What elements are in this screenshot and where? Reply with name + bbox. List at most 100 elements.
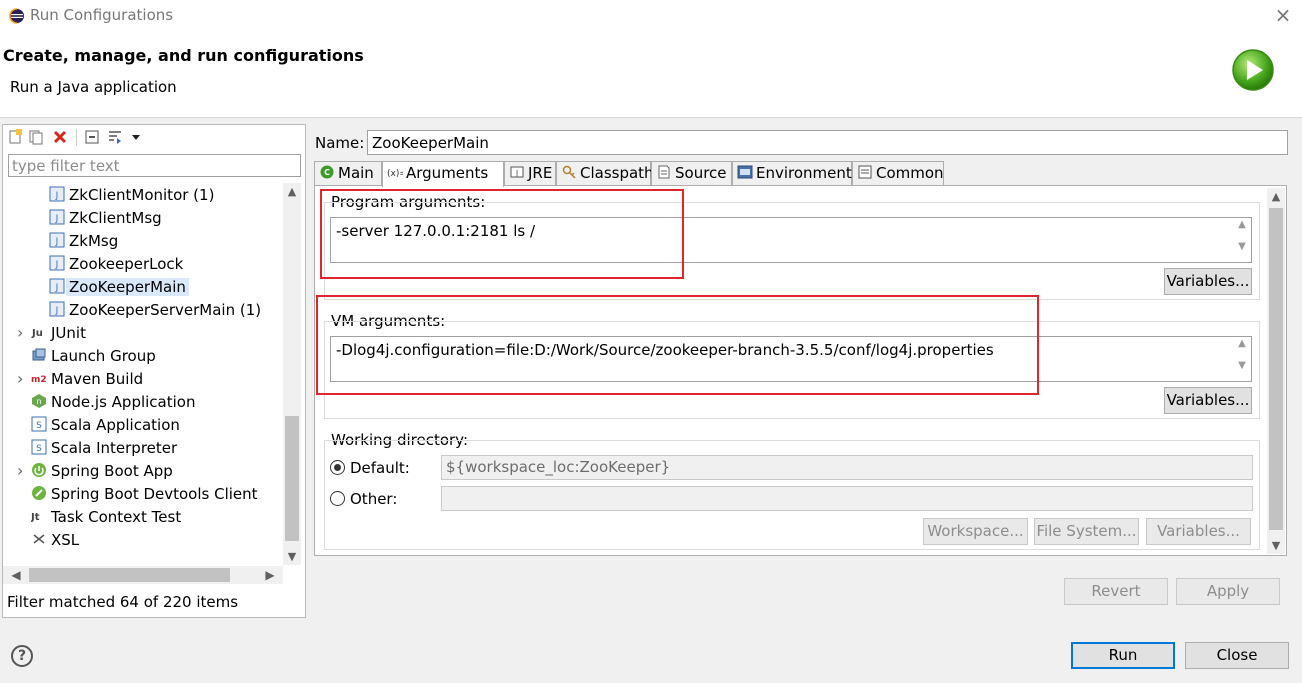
workspace-button[interactable]: Workspace... (923, 518, 1028, 545)
help-icon[interactable]: ? (11, 645, 33, 667)
tree-item-label: Task Context Test (51, 508, 182, 526)
collapse-all-icon[interactable] (84, 129, 100, 145)
tree-item-label: Spring Boot App (51, 462, 173, 480)
list-toolbar (3, 125, 305, 151)
tree-vertical-scrollbar[interactable]: ▲ ▼ (283, 183, 301, 565)
apply-button[interactable]: Apply (1176, 578, 1280, 605)
tab-classpath[interactable]: Classpath (556, 161, 654, 186)
junit-icon: Ju (31, 328, 43, 339)
configuration-tree: J ZkClientMonitor (1) J ZkClientMsg J ZkMsg J Z… (3, 183, 283, 565)
run-button[interactable]: Run (1071, 642, 1175, 669)
revert-button[interactable]: Revert (1064, 578, 1168, 605)
expand-chevron-icon[interactable]: › (17, 368, 29, 390)
default-radio[interactable] (330, 460, 345, 475)
tree-item[interactable]: J ZooKeeperServerMain (1) (49, 299, 261, 321)
svg-text:J: J (55, 260, 59, 270)
tab-label: Environment (756, 164, 852, 182)
tree-item[interactable]: Ju JUnit (31, 322, 86, 344)
view-menu-chevron-icon[interactable] (128, 129, 144, 145)
textarea-scroll-arrows-icon[interactable]: ▲ ▼ (1234, 338, 1250, 380)
java-class-icon: J (49, 278, 65, 294)
configuration-name-input[interactable] (367, 130, 1288, 155)
arguments-tab-icon: (x)= (387, 169, 403, 179)
program-variables-button[interactable]: Variables... (1164, 268, 1252, 295)
other-radio[interactable] (330, 491, 345, 506)
tree-item[interactable]: m2 Maven Build (31, 368, 143, 390)
maven-icon: m2 (31, 375, 47, 385)
vm-arguments-value: -Dlog4j.configuration=file:D:/Work/Sourc… (336, 341, 994, 359)
tree-item[interactable]: S Scala Application (31, 414, 180, 436)
scroll-up-chevron-icon[interactable]: ▲ (1267, 188, 1285, 205)
scroll-thumb[interactable] (1269, 208, 1283, 530)
new-configuration-icon[interactable] (7, 129, 23, 145)
scroll-down-chevron-icon[interactable]: ▼ (283, 548, 301, 565)
tree-item[interactable]: Spring Boot App (31, 460, 173, 482)
tree-item[interactable]: n Node.js Application (31, 391, 195, 413)
tree-item[interactable]: Jt Task Context Test (31, 506, 181, 528)
svg-text:J: J (55, 191, 59, 201)
tree-item[interactable]: J ZkMsg (49, 230, 118, 252)
content-vertical-scrollbar[interactable]: ▲ ▼ (1267, 188, 1285, 554)
common-tab-icon (858, 165, 872, 179)
close-window-icon[interactable]: × (1271, 3, 1295, 27)
svg-text:S: S (36, 444, 42, 454)
scroll-right-chevron-icon[interactable]: ▶ (261, 566, 279, 584)
tree-item-label: Scala Application (51, 416, 180, 434)
scroll-thumb[interactable] (29, 568, 230, 582)
tree-item[interactable]: J ZooKeeperMain (49, 276, 189, 298)
tab-jre[interactable]: J JRE (504, 161, 556, 186)
java-class-icon: J (49, 186, 65, 202)
tree-item[interactable]: J ZookeeperLock (49, 253, 183, 275)
expand-chevron-icon[interactable]: › (17, 460, 29, 482)
expand-chevron-icon[interactable]: › (17, 322, 29, 344)
tree-item[interactable]: Launch Group (31, 345, 156, 367)
vm-variables-button[interactable]: Variables... (1164, 387, 1252, 414)
spring-boot-icon (32, 463, 46, 477)
tab-source[interactable]: Source (651, 161, 732, 186)
title-bar: Run Configurations × (0, 0, 1302, 32)
program-arguments-textarea[interactable]: -server 127.0.0.1:2181 ls / ▲ ▼ (330, 217, 1252, 263)
duplicate-icon[interactable] (28, 129, 44, 145)
file-system-button[interactable]: File System... (1034, 518, 1139, 545)
toolbar-separator (76, 129, 77, 146)
task-context-icon: Jt (31, 512, 40, 523)
tree-item-label: ZooKeeperMain (66, 278, 189, 296)
tree-horizontal-scrollbar[interactable]: ◀ ▶ (3, 566, 283, 584)
tree-item[interactable]: XSL (31, 529, 79, 551)
scroll-thumb[interactable] (285, 416, 299, 541)
textarea-scroll-arrows-icon[interactable]: ▲ ▼ (1234, 219, 1250, 261)
scala-interpreter-icon: S (31, 439, 47, 455)
source-tab-icon (658, 165, 670, 179)
scroll-down-chevron-icon[interactable]: ▼ (1267, 537, 1285, 554)
scala-app-icon: S (31, 416, 47, 432)
tree-item-label: ZooKeeperServerMain (1) (69, 301, 262, 319)
window-title: Run Configurations (30, 6, 174, 24)
xsl-icon (33, 534, 45, 544)
scroll-left-chevron-icon[interactable]: ◀ (7, 566, 25, 584)
tab-main[interactable]: C Main (314, 161, 382, 186)
svg-text:(x)=: (x)= (387, 169, 403, 179)
tree-item-label: JUnit (51, 324, 86, 342)
other-directory-field[interactable] (441, 486, 1253, 511)
jre-tab-icon: J (510, 166, 524, 178)
tree-item[interactable]: S Scala Interpreter (31, 437, 177, 459)
close-button[interactable]: Close (1185, 642, 1289, 669)
tree-item-label: Spring Boot Devtools Client (51, 485, 258, 503)
filter-configurations-icon[interactable] (107, 129, 123, 145)
filter-input[interactable] (8, 154, 301, 177)
tree-item-label: ZookeeperLock (69, 255, 184, 273)
delete-icon[interactable] (52, 129, 68, 145)
tab-label: Main (338, 164, 374, 182)
tab-common[interactable]: Common (852, 161, 944, 186)
directory-variables-button[interactable]: Variables... (1146, 518, 1251, 545)
tab-arguments[interactable]: (x)=Arguments (382, 161, 504, 187)
tree-item-label: Node.js Application (51, 393, 196, 411)
tab-label: Classpath (580, 164, 654, 182)
tab-environment[interactable]: Environment (732, 161, 852, 186)
scroll-up-chevron-icon[interactable]: ▲ (283, 183, 301, 200)
vm-arguments-textarea[interactable]: -Dlog4j.configuration=file:D:/Work/Sourc… (330, 336, 1252, 382)
tree-item-label: Maven Build (51, 370, 144, 388)
tree-item[interactable]: Spring Boot Devtools Client (31, 483, 258, 505)
tree-item[interactable]: J ZkClientMonitor (1) (49, 184, 214, 206)
tree-item[interactable]: J ZkClientMsg (49, 207, 162, 229)
